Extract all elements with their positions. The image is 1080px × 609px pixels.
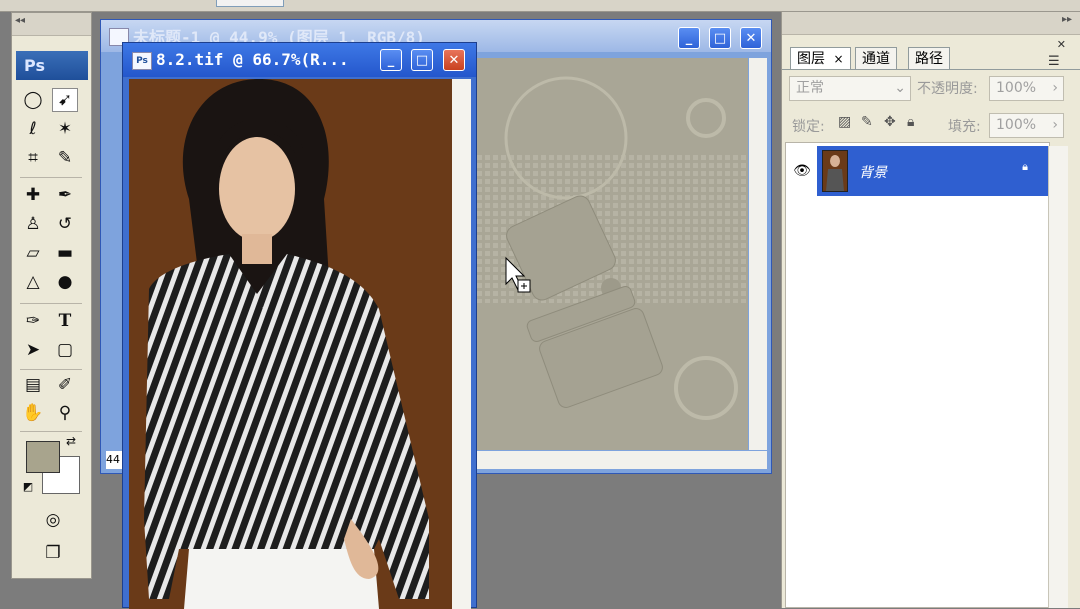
dodge-tool-icon[interactable]: ● [52, 270, 78, 294]
layers-palette-grip[interactable]: ▸▸ [782, 12, 1080, 35]
options-field[interactable] [216, 0, 284, 7]
tools-palette-grip[interactable]: ◂◂ [12, 13, 91, 36]
maximize-button[interactable]: □ [709, 27, 731, 49]
tab-layers-label: 图层 [797, 51, 825, 67]
close-palette-icon[interactable]: ✕ [1057, 38, 1066, 51]
tab-close-icon[interactable]: × [833, 52, 843, 66]
brush-tool-icon[interactable]: ✒ [52, 183, 78, 207]
tab-channels[interactable]: 通道 [855, 47, 897, 70]
blend-mode-value: 正常 [796, 80, 824, 96]
tab-paths-label: 路径 [915, 51, 943, 67]
palette-menu-icon[interactable]: ☰ [1048, 54, 1060, 69]
collapse-icon[interactable]: ◂◂ [15, 15, 25, 26]
layer-thumbnail [822, 150, 848, 192]
tools-divider [20, 431, 82, 432]
document-canvas[interactable] [476, 58, 748, 450]
layer-list [785, 142, 1050, 608]
tab-layers[interactable]: 图层 × [790, 47, 851, 70]
lock-all-icon[interactable]: 🔒︎ [907, 114, 914, 130]
document-vertical-scrollbar[interactable] [452, 79, 471, 609]
close-button[interactable]: ✕ [443, 49, 465, 71]
rectangle-tool-icon[interactable]: ▢ [52, 338, 78, 362]
layer-lock-icon: 🔒︎ [1022, 160, 1028, 173]
maximize-button[interactable]: □ [411, 49, 433, 71]
layers-palette: ▸▸ ✕ 图层 × 通道 路径 ☰ 正常 ⌄ 不透明度: 100% › 锁定: … [781, 12, 1080, 608]
tools-divider [20, 303, 82, 304]
magic-wand-tool-icon[interactable]: ✶ [52, 117, 78, 141]
opacity-label: 不透明度: [917, 81, 978, 97]
canvas-pattern-graphic [476, 76, 748, 420]
tab-channels-label: 通道 [862, 51, 890, 67]
fill-value: 100% [996, 117, 1037, 133]
document-title: 8.2.tif @ 66.7%(R... [156, 50, 349, 69]
minimize-button[interactable]: _ [380, 49, 402, 71]
options-bar [0, 0, 1080, 12]
layer-name[interactable]: 背景 [859, 162, 887, 182]
close-button[interactable]: ✕ [740, 27, 762, 49]
tools-divider [20, 369, 82, 370]
swap-colors-icon[interactable]: ⇄ [62, 433, 80, 449]
move-tool-icon[interactable]: ➹ [52, 88, 78, 112]
zoom-tool-icon[interactable]: ⚲ [52, 401, 78, 425]
history-brush-tool-icon[interactable]: ↺ [52, 212, 78, 236]
lock-label: 锁定: [792, 119, 825, 135]
hand-tool-icon[interactable]: ✋ [20, 401, 46, 425]
opacity-value: 100% [996, 80, 1037, 96]
default-colors-icon[interactable]: ◩ [20, 478, 36, 494]
fill-field[interactable]: 100% › [989, 113, 1064, 138]
document-vertical-scrollbar[interactable] [749, 58, 767, 450]
tab-baseline [782, 69, 1080, 70]
chevron-right-icon[interactable]: › [1052, 114, 1058, 136]
slice-tool-icon[interactable]: ✎ [52, 146, 78, 170]
fill-label: 填充: [948, 119, 981, 135]
photoshop-doc-icon: Ps [132, 52, 152, 70]
document-window-8-2-tif: Ps 8.2.tif @ 66.7%(R... _ □ ✕ [122, 42, 477, 609]
quick-mask-icon[interactable]: ◎ [38, 508, 68, 532]
visibility-eye-icon[interactable]: 👁︎ [788, 146, 816, 196]
notes-tool-icon[interactable]: ▤ [20, 373, 46, 397]
blend-mode-select[interactable]: 正常 ⌄ [789, 76, 911, 101]
tools-divider [20, 177, 82, 178]
clone-stamp-tool-icon[interactable]: ♙ [20, 212, 46, 236]
lock-image-pixels-icon[interactable]: ✎ [861, 114, 873, 130]
document-horizontal-scrollbar[interactable] [476, 451, 767, 469]
foreground-color-swatch[interactable] [26, 441, 60, 473]
chevron-down-icon: ⌄ [894, 80, 906, 96]
minimize-button[interactable]: _ [678, 27, 700, 49]
crop-tool-icon[interactable]: ⌗ [20, 146, 46, 170]
eraser-tool-icon[interactable]: ▱ [20, 241, 46, 265]
eyedropper-tool-icon[interactable]: ✐ [52, 373, 78, 397]
opacity-field[interactable]: 100% › [989, 76, 1064, 101]
document-titlebar[interactable]: Ps 8.2.tif @ 66.7%(R... _ □ ✕ [123, 43, 476, 77]
path-selection-tool-icon[interactable]: ➤ [20, 338, 46, 362]
layer-row-background[interactable]: 背景 🔒︎ [817, 146, 1048, 196]
layers-scrollbar[interactable] [1048, 146, 1068, 608]
elliptical-marquee-tool-icon[interactable]: ◯ [20, 88, 46, 112]
photoshop-logo[interactable]: Ps [16, 51, 88, 80]
portrait-photo-graphic [144, 79, 429, 609]
lock-position-icon[interactable]: ✥ [884, 114, 896, 130]
blur-tool-icon[interactable]: △ [20, 270, 46, 294]
screen-mode-icon[interactable]: ❐ [38, 541, 68, 565]
tools-palette: ◂◂ Ps ◯ ➹ ℓ ✶ ⌗ ✎ ✚ ✒ ♙ ↺ ▱ ▬ △ ● ✑ T ➤ … [11, 12, 92, 579]
gradient-tool-icon[interactable]: ▬ [52, 241, 78, 265]
document-canvas[interactable] [129, 79, 452, 609]
expand-icon[interactable]: ▸▸ [1062, 14, 1072, 25]
lock-transparent-pixels-icon[interactable]: ▨ [838, 114, 851, 130]
tab-paths[interactable]: 路径 [908, 47, 950, 70]
healing-brush-tool-icon[interactable]: ✚ [20, 183, 46, 207]
chevron-right-icon[interactable]: › [1052, 77, 1058, 99]
lasso-tool-icon[interactable]: ℓ [20, 117, 46, 141]
pen-tool-icon[interactable]: ✑ [20, 309, 46, 333]
type-tool-icon[interactable]: T [52, 309, 78, 333]
